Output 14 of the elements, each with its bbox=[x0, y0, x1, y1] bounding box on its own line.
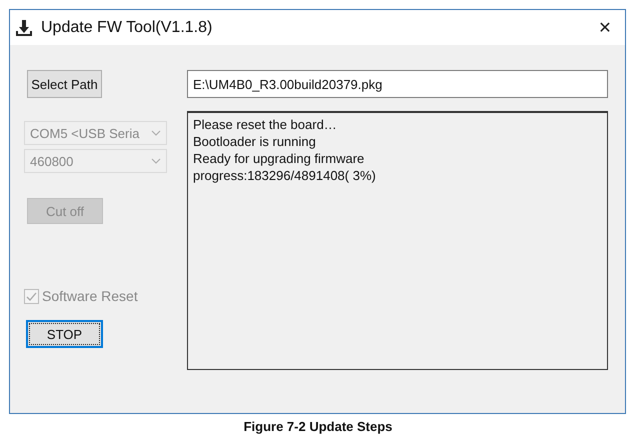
download-icon bbox=[15, 18, 33, 36]
path-field[interactable]: E:\UM4B0_R3.00build20379.pkg bbox=[187, 70, 608, 98]
log-line: progress:183296/4891408( 3%) bbox=[193, 167, 377, 184]
figure-caption: Figure 7-2 Update Steps bbox=[242, 419, 394, 434]
log-line: Ready for upgrading firmware bbox=[193, 150, 366, 167]
window-title: Update FW Tool(V1.1.8) bbox=[41, 18, 214, 36]
close-button[interactable]: ✕ bbox=[585, 12, 625, 42]
chevron-down-icon bbox=[151, 130, 161, 136]
log-line: Bootloader is running bbox=[193, 133, 317, 150]
log-line: Please reset the board… bbox=[193, 116, 338, 133]
chevron-down-icon bbox=[151, 158, 161, 164]
select-path-button[interactable]: Select Path bbox=[27, 70, 102, 98]
stop-button[interactable]: STOP bbox=[26, 320, 103, 348]
software-reset-label: Software Reset bbox=[42, 288, 138, 304]
